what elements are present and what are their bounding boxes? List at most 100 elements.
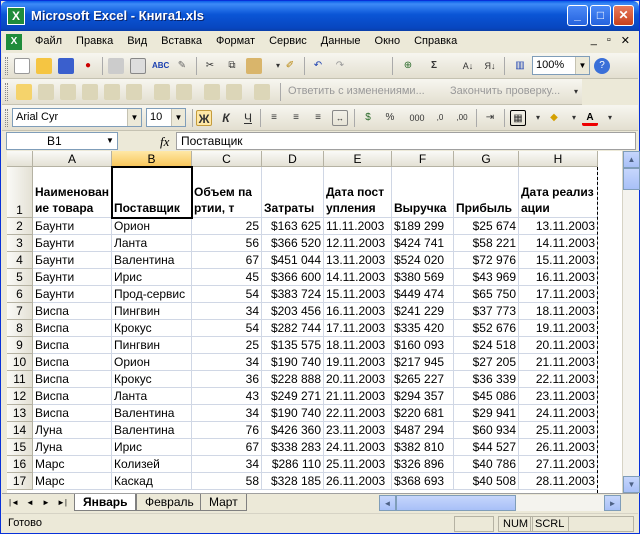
table-cell[interactable]: Баунти (33, 235, 112, 252)
table-cell[interactable]: $368 693 (392, 473, 454, 490)
table-cell[interactable]: 54 (192, 286, 262, 303)
table-cell[interactable]: $220 681 (392, 405, 454, 422)
table-cell[interactable]: $217 945 (392, 354, 454, 371)
table-cell[interactable]: $163 625 (262, 218, 324, 235)
review-icon-9[interactable] (204, 84, 220, 100)
name-box[interactable]: B1 ▼ (6, 132, 118, 150)
table-cell[interactable]: 20.11.2003 (519, 337, 598, 354)
table-cell[interactable]: Виспа (33, 354, 112, 371)
maximize-button[interactable]: □ (590, 5, 611, 26)
table-cell[interactable]: 25 (192, 218, 262, 235)
table-cell[interactable]: Баунти (33, 286, 112, 303)
cut-icon[interactable]: ✂ (202, 58, 218, 74)
table-cell[interactable]: Виспа (33, 405, 112, 422)
table-cell[interactable]: 21.11.2003 (519, 354, 598, 371)
row-header[interactable]: 11 (7, 371, 33, 388)
table-cell[interactable]: Луна (33, 439, 112, 456)
align-center-icon[interactable]: ≡ (288, 110, 304, 126)
last-sheet-icon[interactable]: ►| (56, 497, 68, 509)
table-cell[interactable]: 34 (192, 303, 262, 320)
row-header[interactable]: 4 (7, 252, 33, 269)
table-cell[interactable]: $27 205 (454, 354, 519, 371)
horizontal-scrollbar[interactable]: ◄ ► (379, 495, 621, 511)
table-cell[interactable]: 34 (192, 456, 262, 473)
table-cell[interactable]: Виспа (33, 320, 112, 337)
permission-icon[interactable]: ● (80, 58, 96, 74)
review-icon-10[interactable] (226, 84, 242, 100)
table-cell[interactable]: $282 744 (262, 320, 324, 337)
underline-button[interactable]: Ч (240, 110, 256, 126)
menu-view[interactable]: Вид (120, 35, 154, 47)
table-cell[interactable]: 26.11.2003 (519, 439, 598, 456)
table-cell[interactable]: $29 941 (454, 405, 519, 422)
end-review-button[interactable]: Закончить проверку... (450, 85, 560, 97)
table-cell[interactable]: $326 896 (392, 456, 454, 473)
row-header[interactable]: 2 (7, 218, 33, 235)
hscroll-thumb[interactable] (396, 495, 516, 511)
row-header[interactable]: 17 (7, 473, 33, 490)
table-cell[interactable]: 17.11.2003 (324, 320, 392, 337)
sort-descending-icon[interactable]: Я↓ (482, 58, 498, 74)
table-cell[interactable]: 15.11.2003 (324, 286, 392, 303)
chevron-down-icon[interactable]: ▾ (602, 110, 618, 126)
tab-february[interactable]: Февраль (136, 494, 203, 511)
bold-button[interactable]: Ж (196, 110, 212, 126)
table-cell[interactable]: 25.11.2003 (519, 422, 598, 439)
table-cell[interactable]: 67 (192, 252, 262, 269)
row-header[interactable]: 14 (7, 422, 33, 439)
scroll-thumb[interactable] (623, 168, 640, 190)
scroll-down-icon[interactable]: ▼ (623, 476, 640, 493)
align-left-icon[interactable]: ≡ (266, 110, 282, 126)
row-header[interactable]: 9 (7, 337, 33, 354)
table-cell[interactable]: $65 750 (454, 286, 519, 303)
document-icon[interactable]: X (6, 34, 22, 50)
table-cell[interactable]: $451 044 (262, 252, 324, 269)
table-cell[interactable]: 25 (192, 337, 262, 354)
table-cell[interactable]: Валентина (112, 422, 192, 439)
undo-icon[interactable]: ↶ (310, 58, 326, 74)
column-header-g[interactable]: G (454, 151, 519, 167)
font-select[interactable]: Arial Cyr ▼ (12, 108, 142, 127)
table-cell[interactable]: $25 674 (454, 218, 519, 235)
table-cell[interactable]: $203 456 (262, 303, 324, 320)
review-icon-6[interactable] (126, 84, 142, 100)
review-icon-7[interactable] (154, 84, 170, 100)
merge-center-icon[interactable]: ↔ (332, 110, 348, 126)
table-cell[interactable]: 13.11.2003 (519, 218, 598, 235)
table-cell[interactable]: $190 740 (262, 354, 324, 371)
chevron-down-icon[interactable]: ▾ (566, 110, 582, 126)
table-cell[interactable]: Колизей (112, 456, 192, 473)
menu-format[interactable]: Формат (209, 35, 262, 47)
insert-function-icon[interactable]: fx (160, 134, 169, 150)
font-size-select[interactable]: 10 ▼ (146, 108, 186, 127)
table-cell[interactable]: $241 229 (392, 303, 454, 320)
menu-file[interactable]: Файл (28, 35, 69, 47)
table-cell[interactable]: $382 810 (392, 439, 454, 456)
table-cell[interactable]: $43 969 (454, 269, 519, 286)
table-cell[interactable]: 58 (192, 473, 262, 490)
redo-icon[interactable]: ↷ (332, 58, 348, 74)
review-icon-4[interactable] (82, 84, 98, 100)
table-cell[interactable]: $249 271 (262, 388, 324, 405)
spelling-icon[interactable]: ABC (152, 58, 169, 74)
table-cell[interactable]: 54 (192, 320, 262, 337)
table-cell[interactable]: 28.11.2003 (519, 473, 598, 490)
table-cell[interactable]: Каскад (112, 473, 192, 490)
table-cell[interactable]: 12.11.2003 (324, 235, 392, 252)
table-cell[interactable]: Марс (33, 456, 112, 473)
table-cell[interactable]: 22.11.2003 (519, 371, 598, 388)
toolbar-options-icon[interactable]: ▾ (568, 84, 584, 100)
copy-icon[interactable]: ⧉ (224, 58, 240, 74)
table-cell[interactable]: $265 227 (392, 371, 454, 388)
row-header[interactable]: 13 (7, 405, 33, 422)
table-cell[interactable]: Луна (33, 422, 112, 439)
review-icon-2[interactable] (38, 84, 54, 100)
table-cell[interactable]: Ирис (112, 439, 192, 456)
header-cell[interactable]: Объем партии, т (192, 167, 262, 218)
table-cell[interactable]: 14.11.2003 (324, 269, 392, 286)
table-cell[interactable]: 15.11.2003 (519, 252, 598, 269)
table-cell[interactable]: 36 (192, 371, 262, 388)
table-cell[interactable]: Баунти (33, 218, 112, 235)
table-cell[interactable]: 20.11.2003 (324, 371, 392, 388)
column-header-c[interactable]: C (192, 151, 262, 167)
